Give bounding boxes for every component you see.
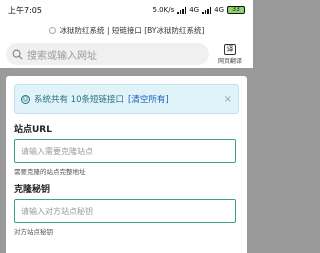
close-icon[interactable]: × bbox=[224, 94, 232, 105]
alert-text: 系统共有 10条短链接口 bbox=[34, 95, 125, 105]
address-bar-row: 搜索或输入网址 译 网页翻译 bbox=[0, 40, 253, 68]
site-url-help: 需要克隆的站点完整地址 bbox=[14, 168, 86, 176]
search-icon bbox=[12, 49, 23, 60]
site-url-label: 站点URL bbox=[14, 125, 52, 135]
clone-key-help: 对方站点秘钥 bbox=[14, 228, 53, 236]
battery-icon: 33 bbox=[227, 6, 245, 14]
search-placeholder: 搜索或输入网址 bbox=[27, 50, 97, 62]
site-url-placeholder: 请输入需要克隆站点 bbox=[21, 146, 93, 156]
network-type-2: 4G bbox=[214, 6, 224, 14]
search-input[interactable]: 搜索或输入网址 bbox=[6, 43, 209, 65]
clone-form-card: ☺ 系统共有 10条短链接口 [清空所有] × 站点URL 请输入需要克隆站点 … bbox=[6, 76, 247, 253]
network-type-1: 4G bbox=[189, 6, 200, 14]
clone-key-placeholder: 请输入对方站点秘钥 bbox=[21, 206, 93, 216]
status-bar: 上午7:05 5.0K/s 4G 4G 33 bbox=[0, 0, 253, 20]
clone-key-input[interactable]: 请输入对方站点秘钥 bbox=[14, 199, 236, 223]
page-title-bar: 冰狱防红系统 | 短链接口 [BY冰狱防红系统] bbox=[0, 20, 253, 40]
site-url-input[interactable]: 请输入需要克隆站点 bbox=[14, 139, 236, 163]
site-favicon-icon bbox=[48, 26, 56, 34]
translate-button[interactable]: 译 网页翻译 bbox=[213, 43, 247, 65]
clone-key-label: 克隆秘钥 bbox=[14, 185, 51, 195]
translate-icon: 译 bbox=[224, 43, 236, 55]
status-time: 上午7:05 bbox=[8, 5, 42, 15]
translate-label: 网页翻译 bbox=[217, 57, 242, 65]
signal-icon-1 bbox=[177, 6, 187, 14]
info-alert: ☺ 系统共有 10条短链接口 [清空所有] × bbox=[14, 84, 239, 114]
signal-icon-2 bbox=[202, 6, 212, 14]
battery-level: 33 bbox=[232, 6, 240, 13]
clear-all-link[interactable]: [清空所有] bbox=[128, 93, 169, 105]
network-speed: 5.0K/s bbox=[152, 6, 175, 14]
status-indicators: 5.0K/s 4G 4G 33 bbox=[152, 6, 245, 14]
page-title: 冰狱防红系统 | 短链接口 [BY冰狱防红系统] bbox=[59, 25, 205, 35]
smile-icon: ☺ bbox=[21, 94, 30, 104]
